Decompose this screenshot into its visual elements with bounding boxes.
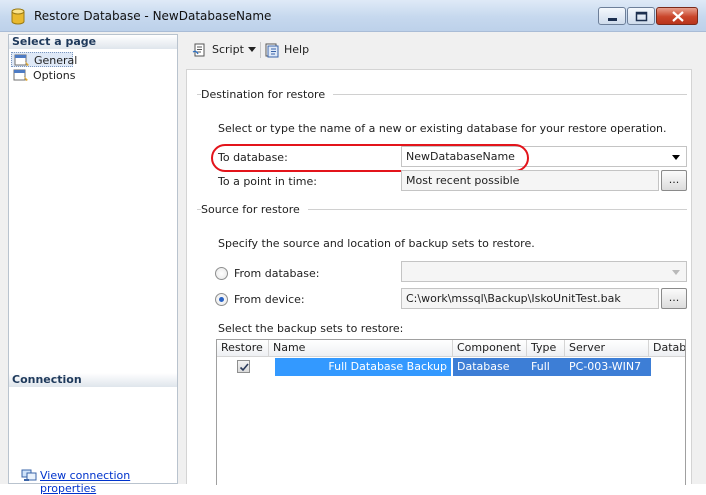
page-selector-pane: Select a page General Options Connection… bbox=[8, 34, 178, 495]
point-in-time-label: To a point in time: bbox=[218, 175, 317, 188]
type-cell: Full bbox=[527, 358, 565, 376]
script-label: Script bbox=[212, 43, 244, 56]
connection-header: Connection bbox=[9, 373, 177, 387]
help-button[interactable]: Help bbox=[264, 41, 310, 59]
maximize-button[interactable] bbox=[627, 7, 655, 25]
page-item-label: Options bbox=[33, 69, 76, 82]
column-header-component[interactable]: Component bbox=[453, 340, 527, 357]
point-in-time-field: Most recent possible bbox=[401, 170, 659, 191]
page-icon bbox=[13, 69, 28, 81]
source-section-title: Source for restore bbox=[201, 203, 308, 217]
restore-checkbox[interactable] bbox=[237, 360, 250, 373]
script-button[interactable]: Script bbox=[192, 41, 254, 59]
help-icon bbox=[265, 43, 279, 58]
general-page-pane: Script Help Destination for restore Sele… bbox=[184, 34, 706, 485]
dropdown-arrow-icon bbox=[672, 155, 680, 160]
column-header-database[interactable]: Databa bbox=[649, 340, 685, 357]
general-page-content: Destination for restore Select or type t… bbox=[186, 69, 692, 485]
checkmark-icon bbox=[239, 363, 249, 372]
from-device-browse-button[interactable]: ... bbox=[661, 288, 687, 309]
column-header-name[interactable]: Name bbox=[269, 340, 453, 357]
page-item-label: General bbox=[34, 54, 78, 67]
toolbar: Script Help bbox=[184, 34, 706, 66]
minimize-icon bbox=[608, 18, 617, 21]
select-page-header: Select a page bbox=[9, 35, 177, 49]
destination-section-title: Destination for restore bbox=[201, 88, 334, 102]
source-instruction: Specify the source and location of backu… bbox=[218, 237, 535, 250]
from-database-radio[interactable] bbox=[215, 267, 228, 280]
column-header-type[interactable]: Type bbox=[527, 340, 565, 357]
title-bar: Restore Database - NewDatabaseName bbox=[0, 0, 706, 32]
database-cell bbox=[651, 358, 685, 376]
backup-sets-label: Select the backup sets to restore: bbox=[218, 322, 404, 335]
script-icon bbox=[192, 43, 205, 57]
point-in-time-browse-button[interactable]: ... bbox=[661, 170, 687, 191]
page-item-options[interactable]: Options bbox=[11, 68, 75, 83]
server-cell: PC-003-WIN7 bbox=[565, 358, 649, 376]
to-database-value: NewDatabaseName bbox=[406, 150, 515, 163]
toolbar-separator bbox=[260, 42, 261, 58]
close-button[interactable] bbox=[656, 7, 698, 25]
column-header-server[interactable]: Server bbox=[565, 340, 649, 357]
point-in-time-value: Most recent possible bbox=[406, 174, 520, 187]
from-device-radio[interactable] bbox=[215, 293, 228, 306]
from-device-path-value: C:\work\mssql\Backup\IskoUnitTest.bak bbox=[406, 292, 621, 305]
from-database-combo bbox=[401, 261, 687, 282]
page-icon bbox=[14, 54, 29, 66]
backup-set-row[interactable]: Full Database Backup Database Full PC-00… bbox=[217, 358, 685, 376]
to-database-combo[interactable]: NewDatabaseName bbox=[401, 146, 687, 167]
from-device-label: From device: bbox=[234, 293, 305, 306]
help-label: Help bbox=[284, 43, 310, 56]
window-title: Restore Database - NewDatabaseName bbox=[34, 9, 272, 23]
backup-sets-grid: Restore Name Component Type Server Datab… bbox=[216, 339, 686, 485]
connection-properties-icon bbox=[21, 469, 37, 481]
restore-cell bbox=[217, 358, 269, 376]
to-database-label: To database: bbox=[218, 151, 288, 164]
restore-database-window: Restore Database - NewDatabaseName Selec… bbox=[0, 0, 706, 495]
dropdown-arrow-icon bbox=[672, 270, 680, 275]
column-header-restore[interactable]: Restore bbox=[217, 340, 269, 357]
from-database-label: From database: bbox=[234, 267, 320, 280]
maximize-icon bbox=[635, 11, 648, 22]
script-dropdown-arrow-icon[interactable] bbox=[248, 47, 256, 52]
name-cell: Full Database Backup bbox=[275, 358, 451, 376]
grid-header: Restore Name Component Type Server Datab… bbox=[217, 340, 685, 357]
destination-instruction: Select or type the name of a new or exis… bbox=[218, 122, 667, 135]
page-item-general[interactable]: General bbox=[11, 52, 77, 67]
view-connection-properties-link[interactable]: View connection properties bbox=[40, 469, 177, 495]
minimize-button[interactable] bbox=[598, 7, 626, 25]
component-cell: Database bbox=[453, 358, 527, 376]
close-icon bbox=[672, 11, 684, 22]
database-icon bbox=[11, 8, 25, 25]
from-device-path-field: C:\work\mssql\Backup\IskoUnitTest.bak bbox=[401, 288, 659, 309]
